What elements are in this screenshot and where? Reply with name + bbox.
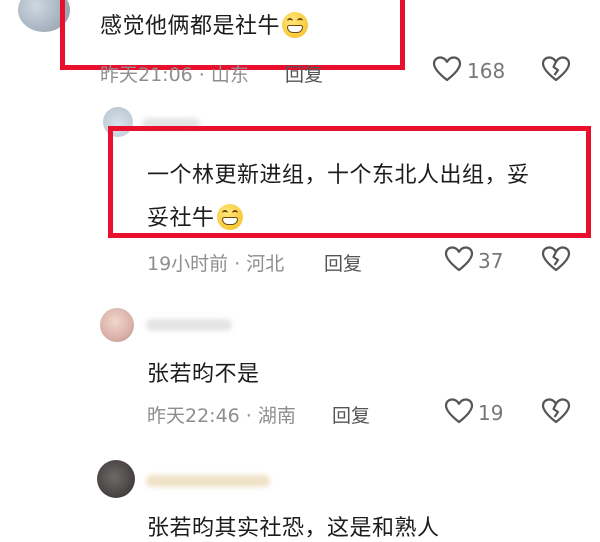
comment-meta: 昨天21:06 · 山东 [100, 64, 249, 86]
highlight-box [60, 0, 405, 70]
broken-heart-icon[interactable] [541, 55, 571, 83]
heart-outline-icon[interactable] [432, 55, 462, 83]
broken-heart-icon[interactable] [541, 245, 571, 273]
avatar[interactable] [100, 308, 134, 342]
heart-outline-icon[interactable] [444, 397, 474, 425]
reply-button[interactable]: 回复 [332, 401, 370, 428]
like-count: 37 [478, 249, 504, 273]
like-count: 168 [467, 59, 506, 83]
username-blurred [146, 475, 270, 487]
comment-meta: 19小时前 · 河北 [147, 253, 285, 275]
comment-body: 张若昀其实社恐，这是和熟人 [147, 516, 440, 541]
comment-body: 张若昀不是 [147, 362, 260, 387]
username-blurred [146, 319, 232, 331]
reply-button[interactable]: 回复 [285, 60, 323, 87]
avatar[interactable] [97, 460, 135, 498]
like-count: 19 [478, 401, 504, 425]
heart-outline-icon[interactable] [444, 245, 474, 273]
reply-button[interactable]: 回复 [324, 249, 362, 276]
broken-heart-icon[interactable] [541, 397, 571, 425]
comment-meta: 昨天22:46 · 湖南 [147, 405, 296, 427]
highlight-box [108, 126, 591, 238]
